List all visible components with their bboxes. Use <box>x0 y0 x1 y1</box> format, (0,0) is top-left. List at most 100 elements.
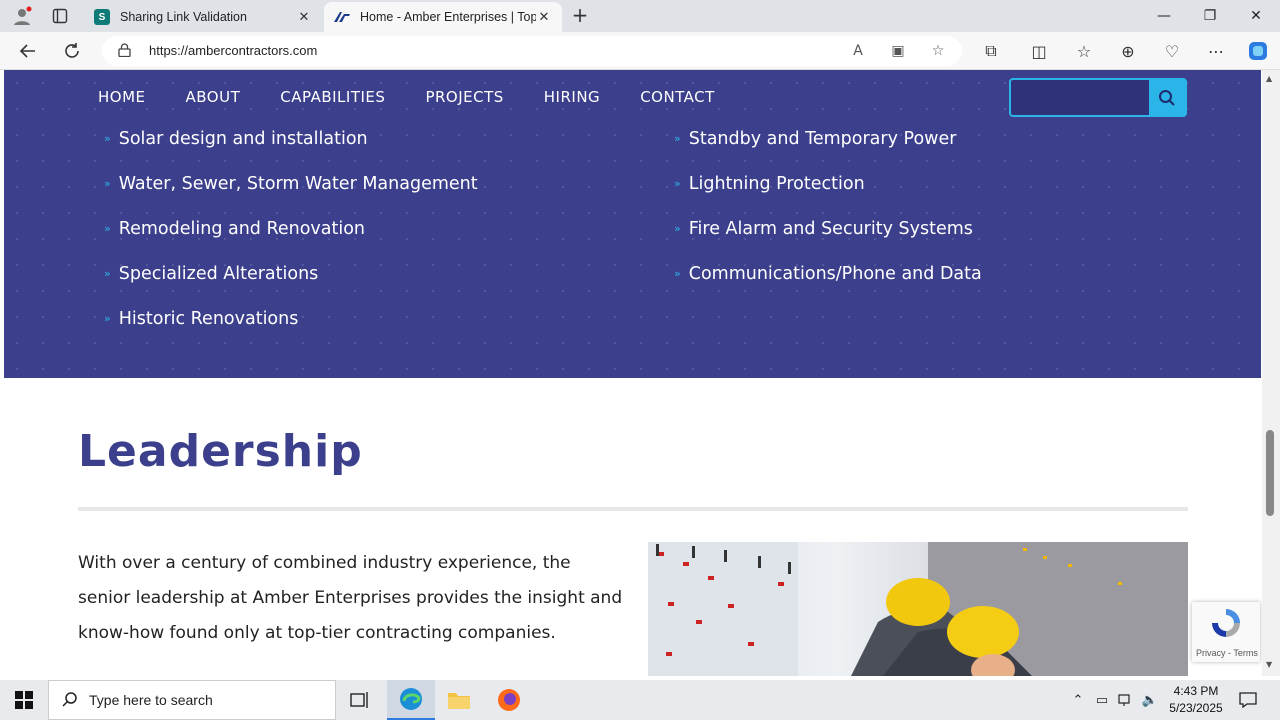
chevron-right-icon: » <box>104 132 111 145</box>
recaptcha-links[interactable]: Privacy - Terms <box>1196 648 1258 658</box>
service-label: Communications/Phone and Data <box>688 264 982 284</box>
service-item: » Remodeling and Renovation <box>104 219 365 239</box>
search-icon <box>1159 89 1175 106</box>
recaptcha-icon <box>1212 609 1240 637</box>
browser-essentials-icon[interactable]: ♡ <box>1158 37 1186 65</box>
close-tab-icon[interactable]: ✕ <box>296 9 312 25</box>
nav-contact[interactable]: CONTACT <box>640 88 715 106</box>
refresh-icon[interactable] <box>58 37 86 65</box>
nav-projects[interactable]: PROJECTS <box>425 88 503 106</box>
service-item: » Standby and Temporary Power <box>674 129 956 149</box>
split-screen-icon[interactable]: ◫ <box>1025 37 1053 65</box>
service-item: » Solar design and installation <box>104 129 368 149</box>
scroll-down-icon[interactable]: ▼ <box>1266 660 1272 669</box>
service-label: Water, Sewer, Storm Water Management <box>118 174 478 194</box>
more-menu-icon[interactable]: ⋯ <box>1202 37 1230 65</box>
task-view-icon <box>350 692 368 708</box>
scroll-up-icon[interactable]: ▲ <box>1266 74 1272 83</box>
show-hidden-icons-icon[interactable]: ⌃ <box>1068 680 1088 720</box>
system-clock[interactable]: 4:43 PM 5/23/2025 <box>1160 683 1232 717</box>
nav-capabilities[interactable]: CAPABILITIES <box>280 88 385 106</box>
chevron-right-icon: » <box>104 177 111 190</box>
network-icon[interactable] <box>1116 680 1136 720</box>
new-tab-button[interactable]: + <box>568 3 592 27</box>
scrollbar-thumb[interactable] <box>1266 430 1274 516</box>
browser-toolbar: https://ambercontractors.com A ▣ ☆ ⧉ ◫ ☆… <box>0 32 1280 70</box>
capabilities-banner: HOME ABOUT CAPABILITIES PROJECTS HIRING … <box>4 70 1261 378</box>
service-label: Historic Renovations <box>118 309 299 329</box>
extensions-icon[interactable]: ⧉ <box>977 37 1005 65</box>
chevron-right-icon: » <box>674 222 681 235</box>
page-viewport: HOME ABOUT CAPABILITIES PROJECTS HIRING … <box>0 70 1262 676</box>
service-item: » Water, Sewer, Storm Water Management <box>104 174 478 194</box>
taskbar-firefox-button[interactable] <box>485 680 533 720</box>
leadership-paragraph: With over a century of combined industry… <box>78 553 623 643</box>
url-text[interactable]: https://ambercontractors.com <box>149 43 317 58</box>
address-bar[interactable]: https://ambercontractors.com A ▣ ☆ <box>102 36 962 66</box>
chevron-right-icon: » <box>674 267 681 280</box>
service-item: » Specialized Alterations <box>104 264 318 284</box>
service-label: Specialized Alterations <box>118 264 319 284</box>
chevron-right-icon: » <box>674 132 681 145</box>
clock-time: 4:43 PM <box>1173 684 1219 698</box>
taskbar-edge-button[interactable] <box>387 680 435 720</box>
nav-about[interactable]: ABOUT <box>186 88 241 106</box>
firefox-icon <box>498 689 520 711</box>
read-aloud-icon[interactable]: A <box>848 41 868 61</box>
service-item: » Communications/Phone and Data <box>674 264 982 284</box>
service-label: Standby and Temporary Power <box>688 129 957 149</box>
sharepoint-icon: S <box>94 9 110 25</box>
clock-date: 5/23/2025 <box>1169 701 1223 715</box>
leadership-section: Leadership With over a century of combin… <box>0 378 1262 676</box>
search-placeholder: Type here to search <box>89 692 213 708</box>
favorites-icon[interactable]: ☆ <box>1070 37 1098 65</box>
favorite-star-icon[interactable]: ☆ <box>928 41 948 61</box>
back-icon[interactable] <box>14 37 42 65</box>
chevron-right-icon: » <box>104 312 111 325</box>
workers-photo <box>648 542 1188 676</box>
service-label: Remodeling and Renovation <box>118 219 366 239</box>
immersive-reader-icon[interactable]: ▣ <box>888 41 908 61</box>
nav-home[interactable]: HOME <box>98 88 146 106</box>
search-button[interactable] <box>1149 80 1185 115</box>
volume-icon[interactable]: 🔈 <box>1140 680 1160 720</box>
site-search-input[interactable] <box>1009 78 1187 117</box>
chevron-right-icon: » <box>104 222 111 235</box>
service-item: » Historic Renovations <box>104 309 298 329</box>
windows-taskbar: Type here to search ⌃ ▭ 🔈 4:43 PM 5/23/2… <box>0 680 1280 720</box>
nav-hiring[interactable]: HIRING <box>544 88 600 106</box>
leadership-heading: Leadership <box>78 426 363 477</box>
tab-actions-icon[interactable] <box>46 2 74 30</box>
taskbar-file-explorer-button[interactable] <box>435 680 483 720</box>
folder-icon <box>448 693 470 709</box>
tab-sharing-link[interactable]: S Sharing Link Validation ✕ <box>84 2 322 32</box>
collections-icon[interactable]: ⊕ <box>1114 37 1142 65</box>
edge-icon <box>400 688 422 710</box>
service-label: Lightning Protection <box>688 174 865 194</box>
restore-button[interactable]: ❐ <box>1187 0 1233 32</box>
start-button[interactable] <box>0 680 48 720</box>
minimize-button[interactable]: — <box>1141 0 1187 32</box>
close-window-button[interactable]: ✕ <box>1233 0 1279 32</box>
profile-icon[interactable] <box>8 2 36 30</box>
recaptcha-badge[interactable]: Privacy - Terms <box>1192 602 1260 662</box>
task-view-button[interactable] <box>336 680 384 720</box>
chevron-right-icon: » <box>104 267 111 280</box>
service-label: Fire Alarm and Security Systems <box>688 219 973 239</box>
amber-logo-icon <box>334 9 350 25</box>
device-icon[interactable]: ▭ <box>1092 680 1112 720</box>
page-scrollbar[interactable]: ▲ ▼ <box>1262 70 1280 676</box>
lock-icon[interactable] <box>118 43 131 61</box>
browser-tab-bar: S Sharing Link Validation ✕ Home - Amber… <box>0 0 1280 32</box>
windows-logo-icon <box>15 691 33 709</box>
close-tab-icon[interactable]: ✕ <box>536 9 552 25</box>
tab-title: Sharing Link Validation <box>120 10 247 24</box>
section-divider <box>78 507 1188 511</box>
main-nav: HOME ABOUT CAPABILITIES PROJECTS HIRING … <box>98 88 755 106</box>
tab-amber-home[interactable]: Home - Amber Enterprises | Top- ✕ <box>324 2 562 32</box>
notifications-icon[interactable] <box>1236 680 1260 720</box>
taskbar-search-input[interactable]: Type here to search <box>48 680 336 720</box>
search-icon <box>62 692 77 707</box>
service-item: » Lightning Protection <box>674 174 865 194</box>
copilot-icon[interactable] <box>1244 37 1272 65</box>
